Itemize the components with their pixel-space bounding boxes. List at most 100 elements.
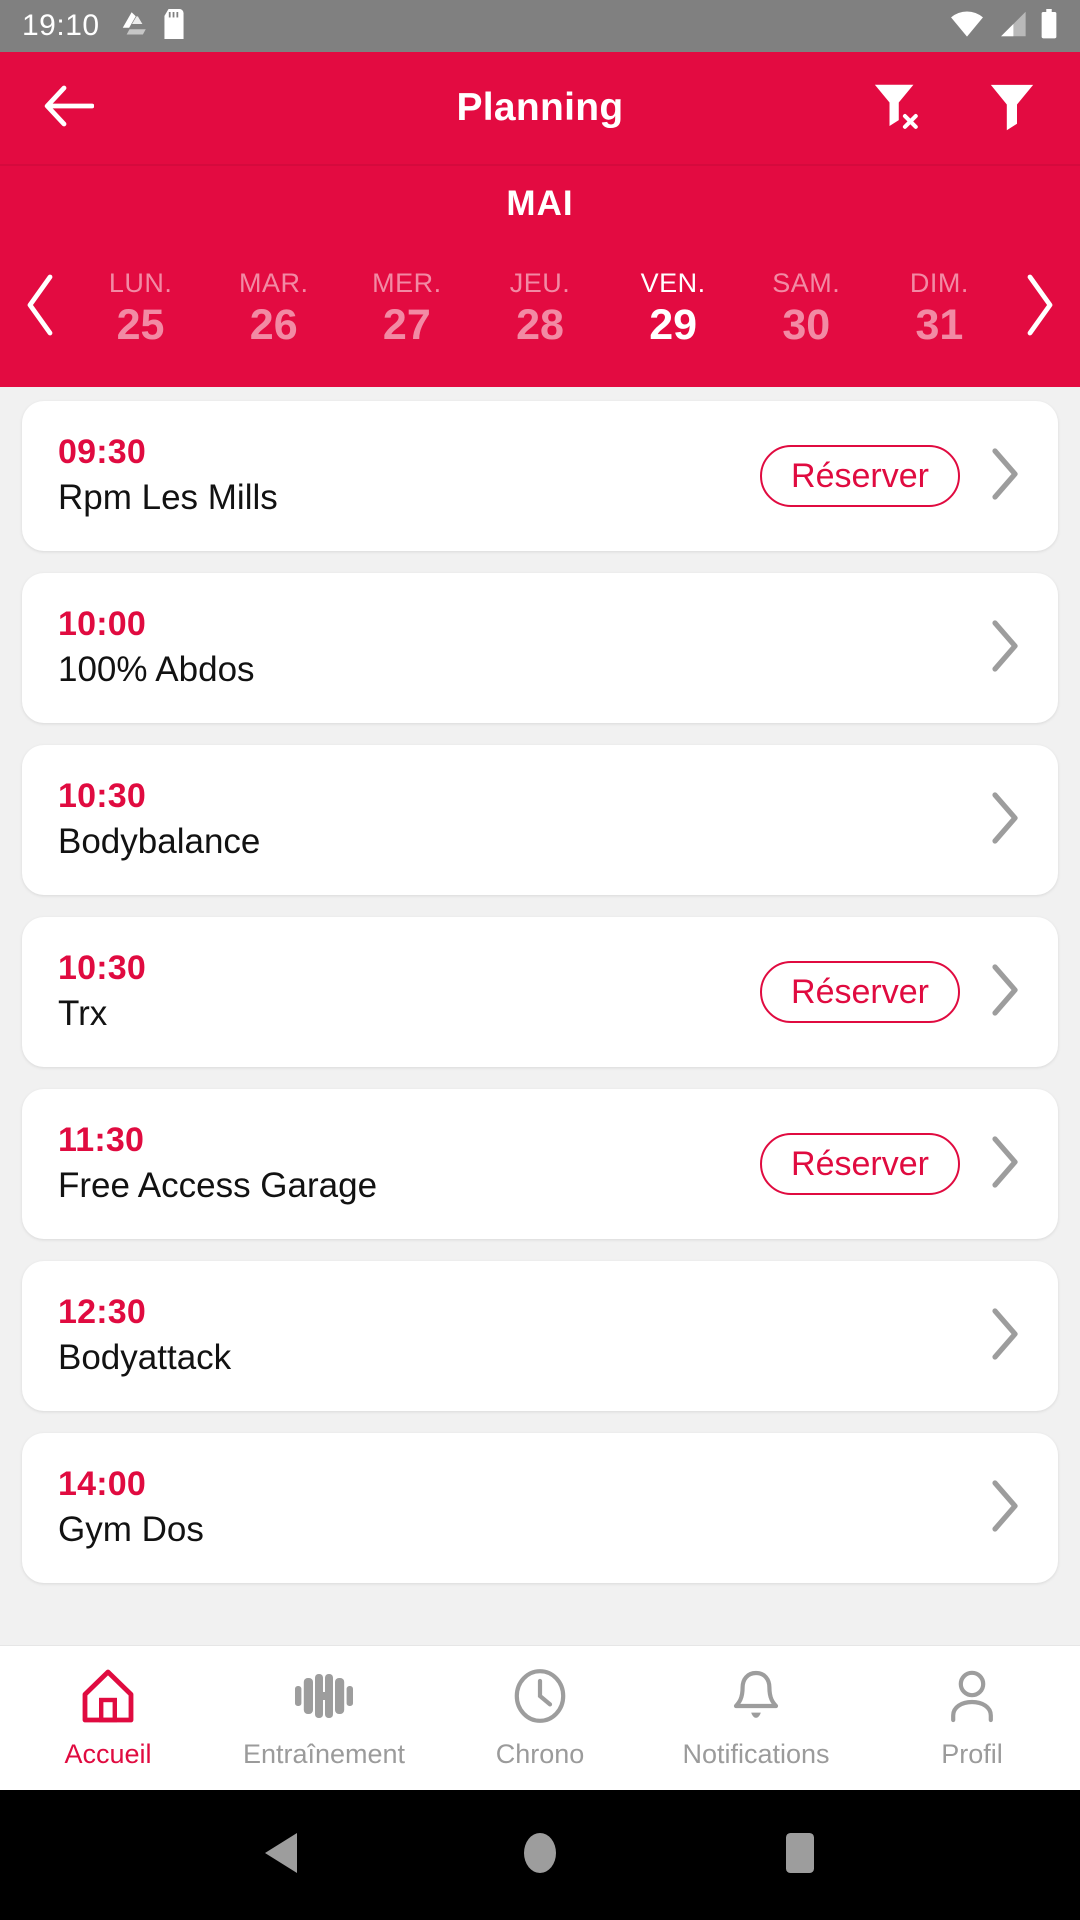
class-card[interactable]: 10:00 100% Abdos	[22, 573, 1058, 723]
chevron-right-icon	[989, 1307, 1021, 1366]
day-number: 30	[782, 301, 831, 350]
day-number: 31	[915, 301, 964, 350]
class-card[interactable]: 14:00 Gym Dos	[22, 1433, 1058, 1583]
class-card[interactable]: 12:30 Bodyattack	[22, 1261, 1058, 1411]
filter-button[interactable]	[980, 76, 1044, 140]
day-name: MAR.	[238, 268, 309, 299]
class-card[interactable]: 10:30 Bodybalance	[22, 745, 1058, 895]
android-status-bar: 19:10	[0, 0, 1080, 52]
class-name: Gym Dos	[58, 1510, 204, 1550]
week-row: LUN. 25 MAR. 26 MER. 27 JEU. 28 VEN. 29 …	[0, 228, 1080, 387]
class-time: 11:30	[58, 1121, 145, 1160]
class-list[interactable]: 09:30 Rpm Les Mills Réserver 10:00 100% …	[0, 387, 1080, 1645]
status-bar-clock: 19:10	[22, 9, 100, 42]
next-week-button[interactable]	[1006, 228, 1070, 387]
status-bar-notification-icons	[120, 8, 184, 44]
day-number: 25	[116, 301, 165, 350]
nav-item-chrono[interactable]: Chrono	[432, 1646, 648, 1790]
class-card[interactable]: 10:30 Trx Réserver	[22, 917, 1058, 1067]
day-number: 29	[649, 301, 698, 350]
day-name: LUN.	[108, 268, 173, 299]
class-name: Trx	[58, 994, 108, 1034]
day-number: 26	[249, 301, 298, 350]
class-name: Bodyattack	[58, 1338, 232, 1378]
android-back-button[interactable]	[235, 1810, 325, 1900]
android-home-button[interactable]	[495, 1810, 585, 1900]
android-recents-button[interactable]	[755, 1810, 845, 1900]
month-label: MAI	[506, 184, 574, 223]
previous-week-button[interactable]	[10, 228, 74, 387]
day-cell-jeu[interactable]: JEU. 28	[473, 264, 606, 350]
chevron-right-icon	[989, 963, 1021, 1022]
chevron-left-icon	[24, 273, 60, 342]
class-card-chevron[interactable]	[982, 1135, 1028, 1194]
day-number: 27	[382, 301, 431, 350]
bell-icon	[730, 1668, 782, 1729]
app-bar: Planning	[0, 52, 1080, 164]
nav-item-profil[interactable]: Profil	[864, 1646, 1080, 1790]
nav-item-accueil[interactable]: Accueil	[0, 1646, 216, 1790]
chevron-right-icon	[989, 447, 1021, 506]
wifi-icon	[950, 10, 984, 43]
back-triangle-icon	[257, 1829, 303, 1882]
class-name: 100% Abdos	[58, 650, 255, 690]
nav-item-notifications[interactable]: Notifications	[648, 1646, 864, 1790]
day-number: 28	[516, 301, 564, 350]
day-cell-dim[interactable]: DIM. 31	[873, 264, 1006, 350]
class-time: 09:30	[58, 433, 146, 472]
class-time: 12:30	[58, 1293, 146, 1332]
chevron-right-icon	[989, 791, 1021, 850]
day-name: MER.	[372, 268, 442, 299]
chevron-right-icon	[989, 1135, 1021, 1194]
nav-item-entrainement[interactable]: Entraînement	[216, 1646, 432, 1790]
class-card-chevron[interactable]	[982, 963, 1028, 1022]
cellular-signal-icon	[997, 10, 1027, 43]
class-time: 10:30	[58, 949, 146, 988]
class-card-texts: 10:30 Trx	[58, 949, 760, 1034]
filter-clear-button[interactable]	[866, 76, 930, 140]
back-arrow-icon	[42, 84, 95, 133]
class-card-texts: 12:30 Bodyattack	[58, 1293, 982, 1378]
class-card-chevron[interactable]	[982, 1307, 1028, 1366]
app-screen: 19:10 Planning MAI LUN. 25 MAR. 26 MER. …	[0, 0, 1080, 1920]
class-card-chevron[interactable]	[982, 791, 1028, 850]
class-card-chevron[interactable]	[982, 1479, 1028, 1538]
day-cell-sam[interactable]: SAM. 30	[740, 264, 873, 350]
class-card-texts: 10:00 100% Abdos	[58, 605, 982, 690]
book-button[interactable]: Réserver	[760, 1133, 960, 1195]
dumbbell-icon	[293, 1668, 355, 1729]
filter-icon	[987, 80, 1037, 137]
day-name: DIM.	[909, 268, 969, 299]
class-time: 10:00	[58, 605, 146, 644]
nav-label: Chrono	[495, 1739, 585, 1769]
clock-icon	[512, 1668, 568, 1729]
day-cell-mer[interactable]: MER. 27	[340, 264, 473, 350]
back-button[interactable]	[36, 76, 100, 140]
class-time: 14:00	[58, 1465, 146, 1504]
book-button[interactable]: Réserver	[760, 961, 960, 1023]
class-card[interactable]: 09:30 Rpm Les Mills Réserver	[22, 401, 1058, 551]
home-circle-icon	[520, 1829, 560, 1882]
class-card-chevron[interactable]	[982, 447, 1028, 506]
nav-label: Entraînement	[242, 1739, 406, 1769]
status-bar-system-icons	[950, 8, 1058, 44]
class-card[interactable]: 11:30 Free Access Garage Réserver	[22, 1089, 1058, 1239]
class-card-texts: 09:30 Rpm Les Mills	[58, 433, 760, 518]
class-card-texts: 14:00 Gym Dos	[58, 1465, 982, 1550]
class-time: 10:30	[58, 777, 146, 816]
book-button[interactable]: Réserver	[760, 445, 960, 507]
day-cell-ven[interactable]: VEN. 29	[607, 264, 740, 350]
day-cell-lun[interactable]: LUN. 25	[74, 264, 207, 350]
chevron-right-icon	[989, 619, 1021, 678]
recents-square-icon	[782, 1829, 818, 1882]
bottom-navigation: Accueil Entraînement Chrono Notification…	[0, 1645, 1080, 1790]
day-name: SAM.	[772, 268, 841, 299]
google-drive-icon	[120, 9, 150, 44]
class-name: Free Access Garage	[58, 1166, 378, 1206]
app-bar-actions	[866, 76, 1044, 140]
home-icon	[80, 1668, 136, 1729]
sd-card-icon	[164, 8, 184, 44]
day-cell-mar[interactable]: MAR. 26	[207, 264, 340, 350]
class-card-texts: 10:30 Bodybalance	[58, 777, 982, 862]
class-card-chevron[interactable]	[982, 619, 1028, 678]
